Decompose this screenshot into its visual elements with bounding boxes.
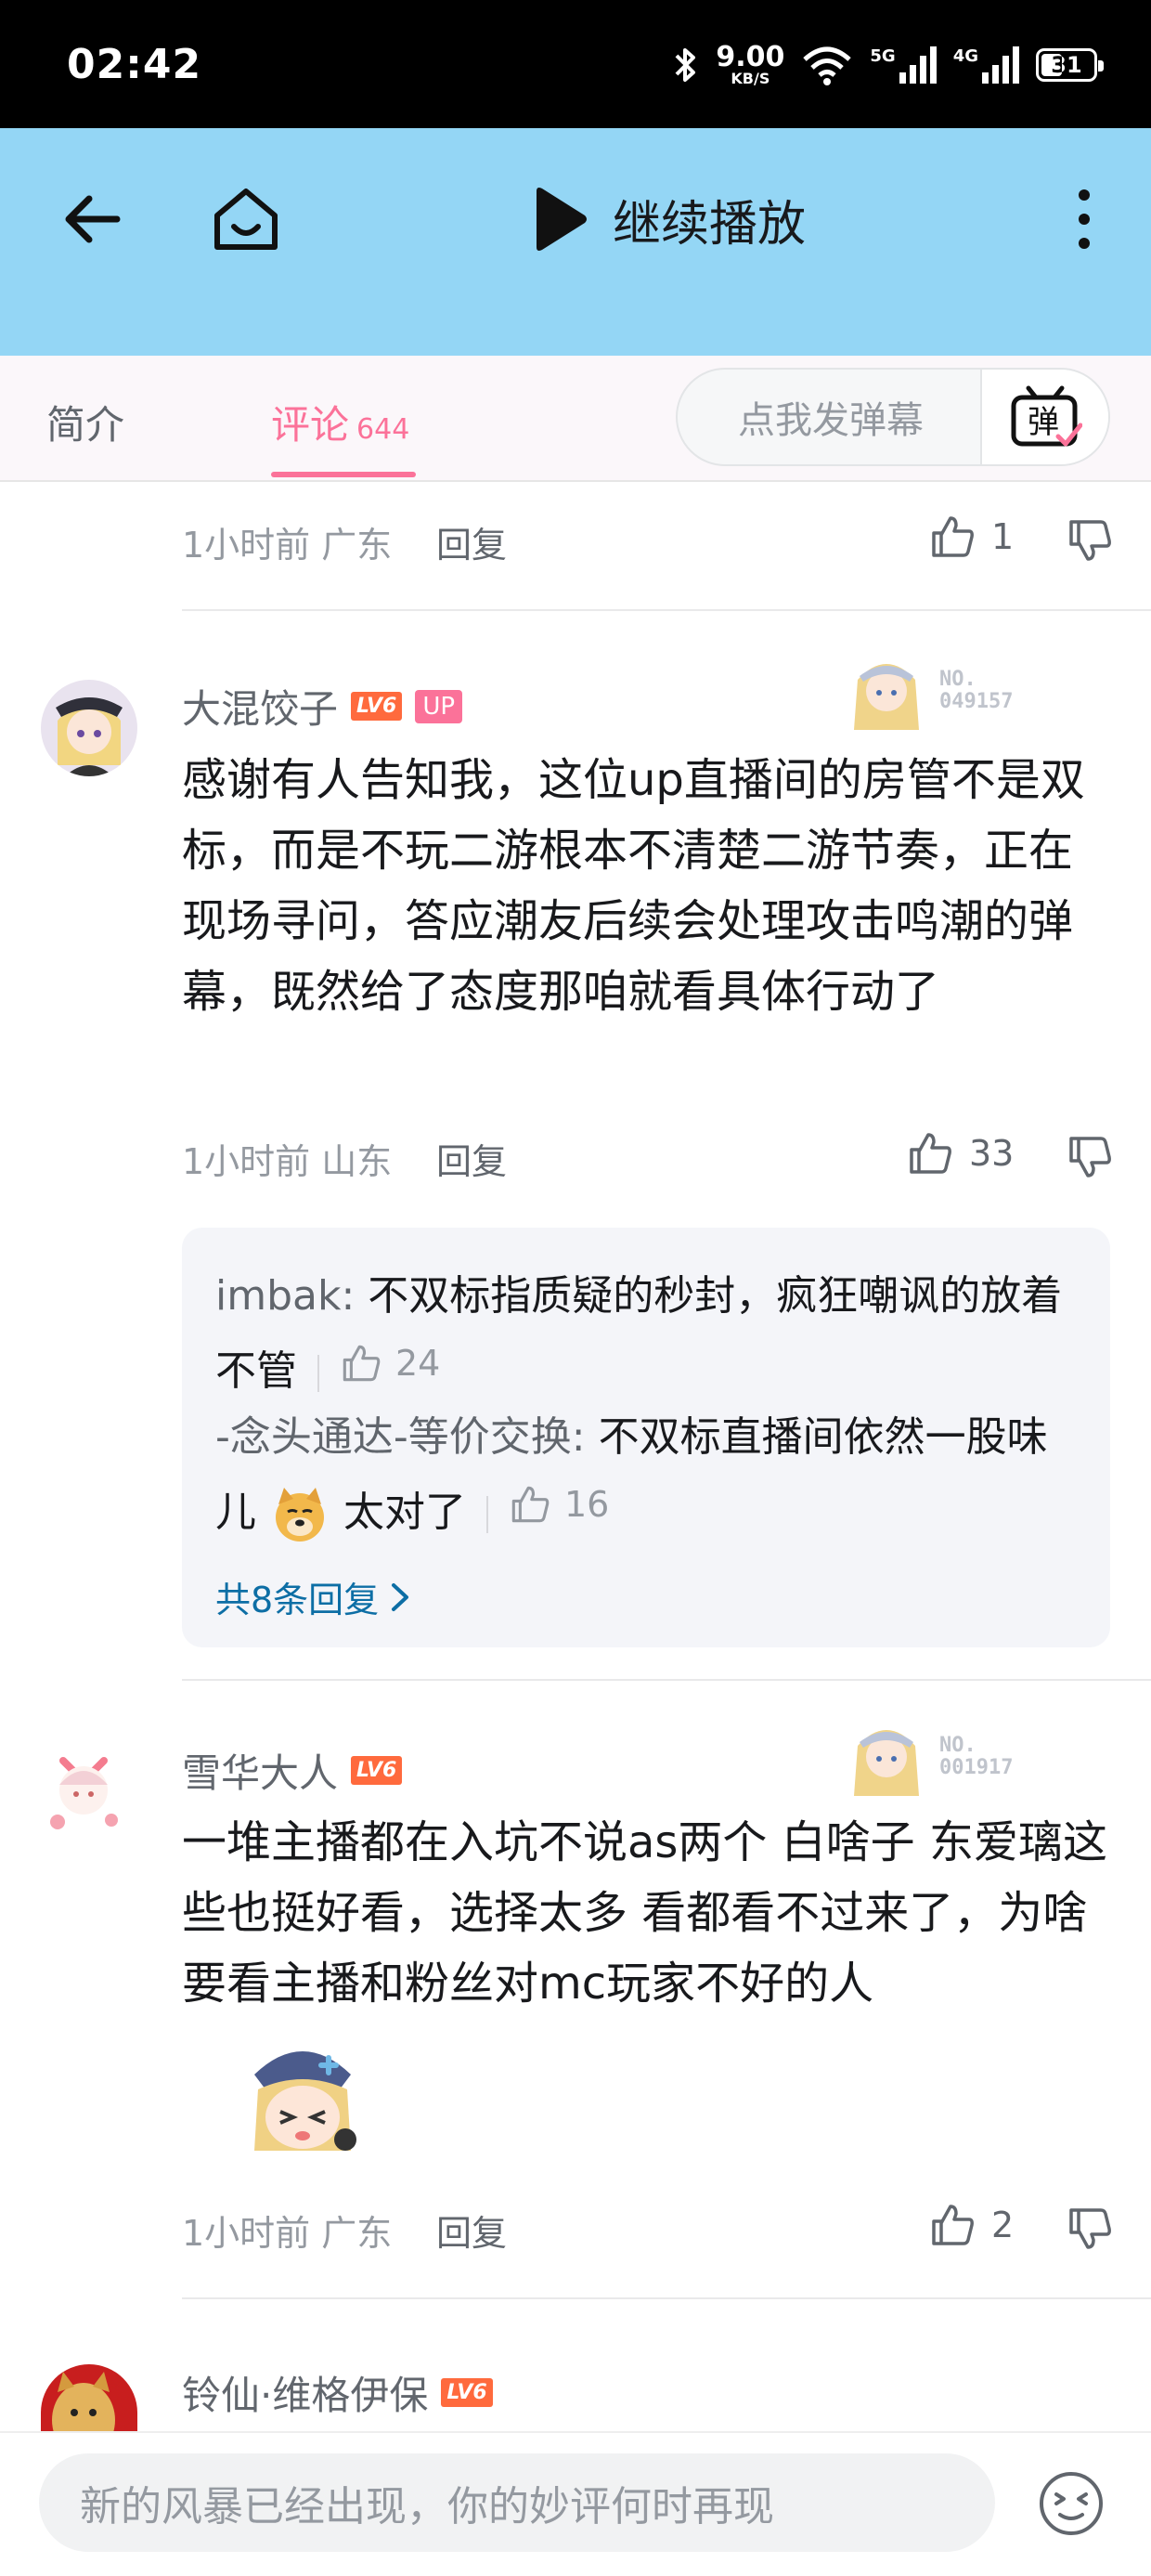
chevron-right-icon: [392, 1582, 409, 1611]
like-button[interactable]: 2: [928, 2201, 1014, 2249]
doge-emoji-icon: [276, 1488, 324, 1542]
network-speed: 9.00 KB/S: [716, 44, 784, 86]
comment-author-row: 雪华大人 LV6: [182, 1742, 403, 1799]
emoji-button[interactable]: [1036, 2468, 1106, 2539]
comment-meta: 1小时前 广东: [182, 2213, 393, 2254]
thumbs-up-icon: [932, 516, 974, 557]
comment-text: 一堆主播都在入坑不说as两个 白啥子 东爱璃这些也挺好看，选择太多 看都看不过来…: [182, 1816, 1107, 2010]
sub-reply-user[interactable]: -念头通达-等价交换:: [215, 1413, 586, 1461]
level-badge: LV6: [351, 692, 403, 721]
play-icon: [537, 188, 587, 251]
battery-icon: 31: [1036, 48, 1104, 82]
signal-4g: 4G: [953, 46, 1019, 84]
thumbs-up-icon: [910, 1133, 951, 1174]
signal-5g-label: 5G: [870, 46, 896, 66]
sub-reply-text-2: 太对了: [343, 1489, 466, 1536]
sub-reply-like[interactable]: 24: [340, 1330, 440, 1397]
thumbs-up-icon: [511, 1486, 550, 1523]
signal-5g: 5G: [870, 46, 937, 84]
more-button[interactable]: [1066, 182, 1103, 256]
username[interactable]: 大混饺子: [182, 678, 338, 735]
dislike-button[interactable]: [1066, 1133, 1114, 1185]
danmaku-icon: 弹: [1011, 385, 1082, 447]
tab-comments-label: 评论: [271, 402, 350, 448]
danmaku-icon-glyph: 弹: [1028, 404, 1059, 441]
username[interactable]: 铃仙·维格伊保: [182, 2364, 428, 2421]
level-badge: LV6: [351, 1756, 403, 1785]
battery-level: 31: [1051, 52, 1082, 78]
like-count: 1: [991, 516, 1015, 557]
signal-4g-label: 4G: [952, 46, 978, 66]
view-more-replies[interactable]: 共8条回复: [215, 1571, 410, 1622]
more-vertical-icon: [1079, 189, 1090, 249]
comment-input[interactable]: 新的风暴已经出现，你的妙评何时再现: [39, 2453, 995, 2552]
danmaku-toggle-button[interactable]: 弹: [980, 370, 1108, 464]
avatar[interactable]: [41, 680, 137, 776]
up-badge: UP: [415, 689, 463, 723]
wifi-icon: [803, 46, 852, 85]
like-count: 33: [969, 1133, 1015, 1174]
fan-badge: NO. 049157: [845, 652, 1013, 730]
level-badge: LV6: [441, 2378, 493, 2407]
sub-reply[interactable]: imbak: 不双标指质疑的秒封，疯狂嘲讽的放着不管 24: [215, 1263, 1079, 1405]
comment-text: 感谢有人告知我，这位up直播间的房管不是双标，而是不玩二游根本不清楚二游节奏，正…: [182, 754, 1085, 1018]
bluetooth-icon: [675, 48, 696, 82]
fan-number: NO. 049157: [939, 668, 1014, 713]
reply-button[interactable]: 回复: [436, 516, 507, 567]
thumbs-up-icon: [343, 1345, 381, 1382]
emoji-icon: [1040, 2472, 1103, 2535]
fan-badge-avatar-icon: [854, 664, 919, 730]
thumbs-down-icon: [1069, 1137, 1111, 1177]
home-button[interactable]: [206, 180, 286, 260]
tab-active-indicator: [271, 472, 416, 477]
back-arrow-icon: [65, 195, 121, 243]
tab-comments[interactable]: 评论 644: [271, 394, 409, 450]
reply-button[interactable]: 回复: [436, 1133, 507, 1184]
avatar[interactable]: [35, 1742, 132, 1839]
comment-meta: 1小时前 广东: [182, 525, 393, 566]
username[interactable]: 雪华大人: [182, 1742, 338, 1799]
comment-divider: [182, 1679, 1151, 1681]
more-replies-label: 共8条回复: [215, 1580, 380, 1620]
sub-reply-like[interactable]: 16: [509, 1471, 609, 1538]
thumbs-down-icon: [1069, 2208, 1111, 2249]
comment-author-row: 铃仙·维格伊保 LV6: [182, 2364, 493, 2421]
comment-divider: [182, 2297, 1151, 2299]
like-button[interactable]: 33: [906, 1129, 1014, 1177]
status-icons: 9.00 KB/S 5G 4G 31: [671, 37, 1104, 93]
dislike-button[interactable]: [1066, 2205, 1114, 2257]
speed-unit: KB/S: [731, 70, 770, 87]
comment-author-row: 大混饺子 LV6 UP: [182, 678, 463, 735]
sub-reply-user[interactable]: imbak:: [215, 1272, 355, 1320]
fan-number: NO. 001917: [939, 1734, 1014, 1779]
comment-divider: [182, 609, 1151, 611]
danmaku-entry[interactable]: 点我发弹幕 弹: [676, 368, 1110, 466]
danmaku-input[interactable]: 点我发弹幕: [678, 370, 984, 464]
tab-intro[interactable]: 简介: [46, 394, 124, 450]
home-icon: [214, 189, 278, 250]
speed-value: 9.00: [716, 41, 785, 73]
sticker-emoji: [236, 2032, 369, 2166]
sub-reply[interactable]: -念头通达-等价交换: 不双标直播间依然一股味儿 太对了 16: [215, 1404, 1079, 1546]
dislike-button[interactable]: [1066, 516, 1114, 568]
like-count: 2: [991, 2205, 1015, 2245]
status-time: 02:42: [67, 41, 202, 88]
fan-badge: NO. 001917: [845, 1718, 1013, 1796]
sub-reply-like-count: 24: [395, 1343, 441, 1384]
fan-badge-avatar-icon: [854, 1730, 919, 1796]
comments-count: 644: [356, 413, 410, 446]
continue-play-label: 继续播放: [613, 196, 807, 253]
continue-play-button[interactable]: 继续播放: [529, 182, 806, 256]
sub-reply-like-count: 16: [564, 1484, 610, 1525]
thumbs-down-icon: [1069, 520, 1111, 561]
back-button[interactable]: [56, 182, 130, 256]
anime-sticker-icon: [254, 2051, 356, 2151]
avatar[interactable]: [41, 2364, 137, 2431]
comment-meta: 1小时前 山东: [182, 1141, 393, 1182]
thumbs-up-icon: [932, 2205, 974, 2245]
like-button[interactable]: 1: [928, 513, 1014, 561]
reply-button[interactable]: 回复: [436, 2205, 507, 2256]
